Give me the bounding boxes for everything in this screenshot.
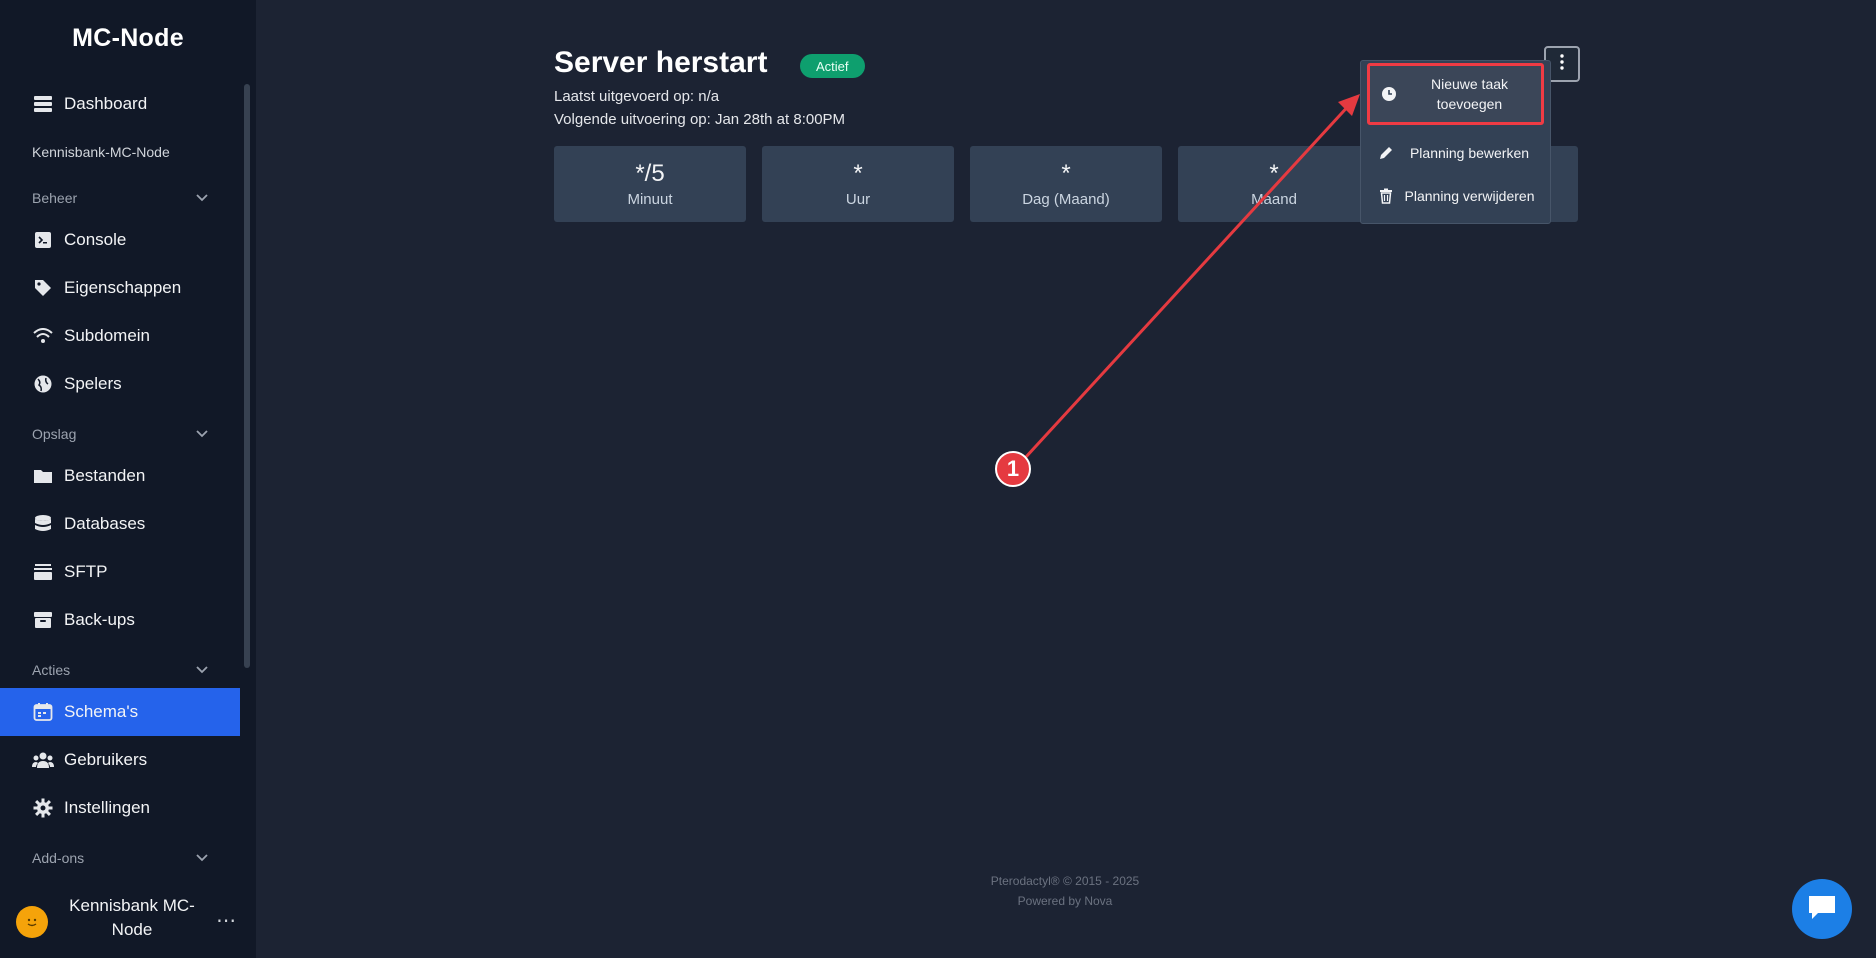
footer-copyright: Pterodactyl® © 2015 - 2025 — [990, 874, 1140, 888]
menu-item-label: Planning bewerken — [1409, 145, 1530, 161]
annotation-arrow — [1023, 94, 1360, 460]
chat-icon — [1806, 893, 1838, 926]
menu-item-edit-schedule[interactable]: Planning bewerken — [1367, 133, 1544, 173]
pencil-icon — [1377, 144, 1395, 162]
clock-icon — [1380, 85, 1398, 103]
kebab-icon — [1560, 53, 1564, 75]
footer-powered-by: Powered by Nova — [1017, 894, 1113, 908]
chat-button[interactable] — [1792, 879, 1852, 939]
trash-icon — [1377, 187, 1395, 205]
menu-item-delete-schedule[interactable]: Planning verwijderen — [1367, 173, 1544, 219]
annotation-marker: 1 — [995, 451, 1031, 487]
menu-item-label: Nieuwe taak toevoegen — [1430, 76, 1509, 112]
menu-item-label: Planning verwijderen — [1404, 188, 1535, 204]
schedule-dropdown-menu: Nieuwe taak toevoegen Planning bewerken … — [1360, 60, 1551, 224]
menu-item-new-task[interactable]: Nieuwe taak toevoegen — [1367, 63, 1544, 125]
